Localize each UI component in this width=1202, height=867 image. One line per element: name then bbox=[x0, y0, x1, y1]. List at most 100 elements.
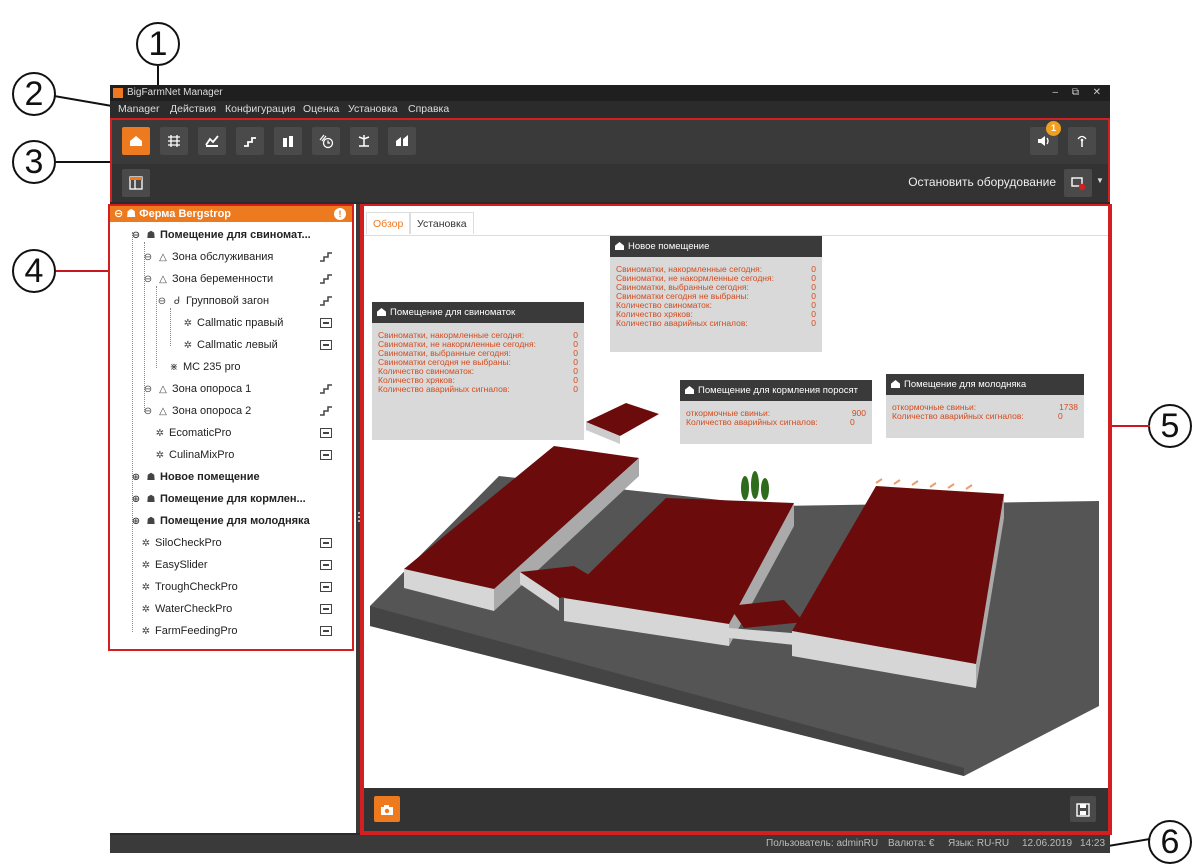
collapse-icon[interactable]: ⊖ bbox=[156, 294, 168, 310]
snapshot-button[interactable] bbox=[374, 796, 400, 822]
toolbar-button-climate[interactable] bbox=[388, 127, 416, 155]
building-icon: ☗ bbox=[146, 516, 156, 527]
feeding-icon bbox=[205, 135, 219, 147]
collapse-icon[interactable]: ⊖ bbox=[142, 250, 154, 266]
menu-manager[interactable]: Manager bbox=[118, 101, 159, 118]
collapse-icon[interactable]: ⊖ bbox=[130, 228, 142, 244]
connection-button[interactable] bbox=[1068, 127, 1096, 155]
controller-icon bbox=[320, 450, 332, 460]
title-bar: BigFarmNet Manager – ⧉ ✕ bbox=[110, 85, 1110, 101]
status-bar: Пользователь: adminRU Валюта: € Язык: RU… bbox=[110, 835, 1110, 853]
toolbar-button-feeding[interactable] bbox=[198, 127, 226, 155]
gear-icon: ✲ bbox=[141, 582, 151, 593]
toolbar-button-barn[interactable] bbox=[122, 127, 150, 155]
collapse-icon[interactable]: ⊖ bbox=[142, 404, 154, 420]
callout-1: 1 bbox=[136, 22, 180, 66]
save-button[interactable] bbox=[1070, 796, 1096, 822]
panel-young-house[interactable]: Помещение для молодняка откормочные свин… bbox=[886, 374, 1084, 438]
collapse-icon[interactable]: ⊖ bbox=[142, 382, 154, 398]
building-icon: ☗ bbox=[146, 230, 156, 241]
menu-bar: Manager Действия Конфигурация Оценка Уст… bbox=[110, 101, 1110, 118]
leader-line-3 bbox=[56, 161, 112, 163]
menu-installation[interactable]: Установка bbox=[348, 101, 398, 118]
controller-icon bbox=[320, 318, 332, 328]
menu-evaluation[interactable]: Оценка bbox=[303, 101, 339, 118]
tree-item-mc235[interactable]: ⋇ MC 235 pro bbox=[168, 359, 241, 375]
stop-equipment-icon bbox=[1071, 177, 1086, 191]
toolbar-button-grid[interactable] bbox=[160, 127, 188, 155]
tree-item-service-zone[interactable]: ⊖ △ Зона обслуживания bbox=[142, 249, 274, 266]
expand-icon[interactable]: ⊕ bbox=[130, 492, 142, 508]
panel-title: Помещение для свиноматок bbox=[372, 302, 584, 323]
tree-item-feeding-house[interactable]: ⊕ ☗ Помещение для кормлен... bbox=[130, 491, 306, 507]
menu-help[interactable]: Справка bbox=[408, 101, 449, 118]
notification-badge: 1 bbox=[1046, 121, 1061, 136]
callout-5: 5 bbox=[1148, 404, 1192, 448]
tree-item-young-house[interactable]: ⊕ ☗ Помещение для молодняка bbox=[130, 513, 310, 529]
gear-icon: ✲ bbox=[183, 318, 193, 329]
pen-icon: ᑯ bbox=[173, 296, 181, 307]
tree-root-farm[interactable]: ⊖ ☗ Ферма Bergstrop ! bbox=[110, 206, 352, 222]
scale-icon bbox=[358, 135, 370, 147]
menu-actions[interactable]: Действия bbox=[170, 101, 216, 118]
status-currency: Валюта: € bbox=[888, 838, 935, 849]
callout-4: 4 bbox=[12, 249, 56, 293]
stairs-icon bbox=[244, 137, 256, 147]
restore-button[interactable]: ⧉ bbox=[1072, 85, 1079, 101]
status-date: 12.06.2019 bbox=[1022, 838, 1073, 849]
toolbar-button-clock[interactable] bbox=[312, 127, 340, 155]
panel-feeding-house[interactable]: Помещение для кормления поросят откормоч… bbox=[680, 380, 872, 444]
chevron-down-icon[interactable]: ▼ bbox=[1096, 176, 1104, 185]
callout-3: 3 bbox=[12, 140, 56, 184]
farm-3d-scene[interactable]: Помещение для свиноматок Свиноматки, нак… bbox=[364, 236, 1108, 786]
expand-icon[interactable]: ⊕ bbox=[130, 514, 142, 530]
controller-icon bbox=[320, 582, 332, 592]
tree-item-callmatic-left[interactable]: ✲ Callmatic левый bbox=[182, 337, 278, 353]
panel-row: Количество аварийных сигналов: 0 bbox=[892, 411, 1063, 421]
building-icon: ☗ bbox=[146, 472, 156, 483]
expand-icon[interactable]: ⊕ bbox=[130, 470, 142, 486]
tree-item-farrowing-zone-1[interactable]: ⊖ △ Зона опороса 1 bbox=[142, 381, 251, 397]
gear-icon: ✲ bbox=[141, 626, 151, 637]
tree-item-culinamixpro[interactable]: ✲ CulinaMixPro bbox=[154, 447, 235, 463]
stop-equipment-button[interactable] bbox=[1064, 169, 1092, 197]
layout-button[interactable] bbox=[122, 169, 150, 197]
minimize-button[interactable]: – bbox=[1052, 85, 1058, 101]
tree-guide-line bbox=[132, 232, 133, 632]
tree-item-troughcheckpro[interactable]: ✲ TroughCheckPro bbox=[140, 579, 238, 595]
tree-item-gestation-zone[interactable]: ⊖ △ Зона беременности bbox=[142, 271, 273, 287]
tree-item-easyslider[interactable]: ✲ EasySlider bbox=[140, 557, 208, 573]
tree-item-callmatic-right[interactable]: ✲ Callmatic правый bbox=[182, 315, 284, 331]
panel-new-house[interactable]: Новое помещение Свиноматки, накормленные… bbox=[610, 236, 822, 352]
tree-item-watercheckpro[interactable]: ✲ WaterCheckPro bbox=[140, 601, 232, 617]
close-button[interactable]: ✕ bbox=[1093, 85, 1101, 101]
tree-item-ecomaticpro[interactable]: ✲ EcomaticPro bbox=[154, 425, 232, 441]
tree-item-farmfeedingpro[interactable]: ✲ FarmFeedingPro bbox=[140, 623, 238, 639]
view-bottom-bar bbox=[364, 788, 1108, 831]
stop-equipment-label: Остановить оборудование bbox=[908, 175, 1056, 189]
sensor-icon: ⋇ bbox=[169, 362, 179, 373]
tab-overview[interactable]: Обзор bbox=[366, 212, 411, 234]
toolbar-button-stairs[interactable] bbox=[236, 127, 264, 155]
gear-icon: ✲ bbox=[141, 604, 151, 615]
gear-icon: ✲ bbox=[183, 340, 193, 351]
stairs-icon bbox=[320, 296, 332, 306]
menu-configuration[interactable]: Конфигурация bbox=[225, 101, 295, 118]
tree-item-sow-house[interactable]: ⊖ ☗ Помещение для свиномат... bbox=[130, 227, 311, 243]
tree-item-new-house[interactable]: ⊕ ☗ Новое помещение bbox=[130, 469, 260, 485]
tree-item-silocheckpro[interactable]: ✲ SiloCheckPro bbox=[140, 535, 222, 551]
tree-item-group-pen[interactable]: ⊖ ᑯ Групповой загон bbox=[156, 293, 269, 309]
toolbar-button-scale[interactable] bbox=[350, 127, 378, 155]
window-title: BigFarmNet Manager bbox=[127, 87, 223, 98]
collapse-icon[interactable]: ⊖ bbox=[142, 272, 154, 288]
gear-icon: ✲ bbox=[155, 428, 165, 439]
tab-installation[interactable]: Установка bbox=[410, 212, 474, 234]
tree-item-farrowing-zone-2[interactable]: ⊖ △ Зона опороса 2 bbox=[142, 403, 251, 419]
controller-icon bbox=[320, 340, 332, 350]
toolbar-button-silo[interactable] bbox=[274, 127, 302, 155]
leader-line-4 bbox=[56, 270, 108, 272]
stairs-icon bbox=[320, 252, 332, 262]
panel-sow-house[interactable]: Помещение для свиноматок Свиноматки, нак… bbox=[372, 302, 584, 440]
collapse-icon[interactable]: ⊖ bbox=[114, 208, 123, 220]
zone-icon: △ bbox=[159, 252, 167, 263]
